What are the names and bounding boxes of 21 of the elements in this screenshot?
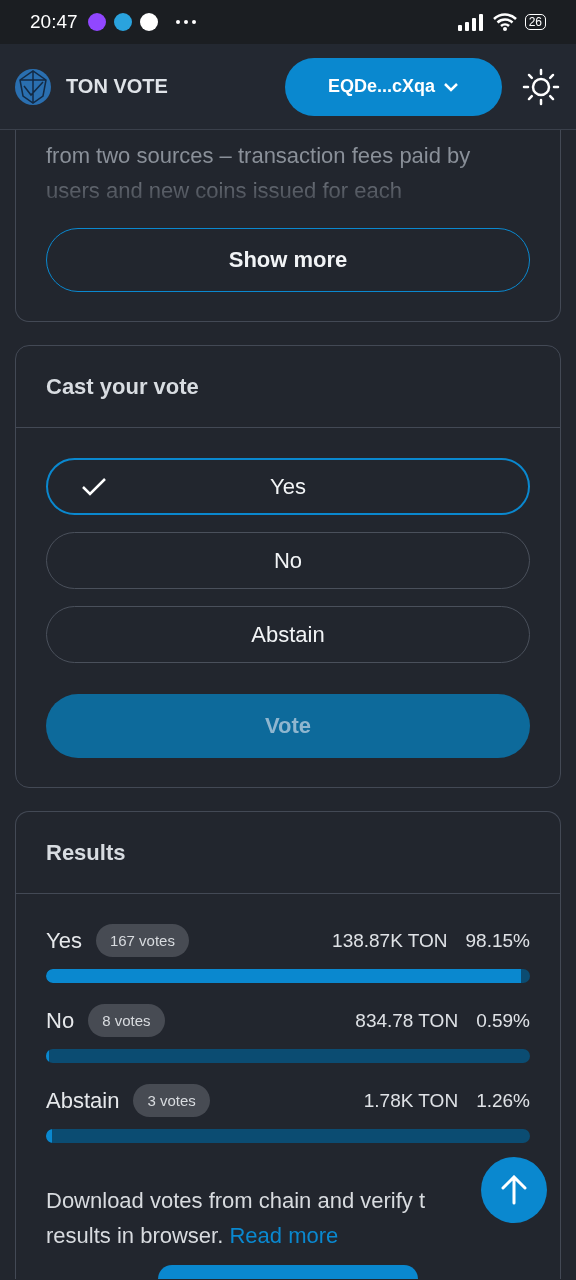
result-label: Yes <box>46 927 82 954</box>
ton-amount: 834.78 TON <box>355 1009 459 1032</box>
card-title: Cast your vote <box>46 373 199 400</box>
status-time: 20:47 <box>30 11 78 33</box>
result-label: Abstain <box>46 1087 120 1114</box>
result-percent: 1.26% <box>476 1089 530 1112</box>
app-title: TON VOTE <box>66 75 169 98</box>
ton-amount: 1.78K TON <box>363 1089 459 1112</box>
result-percent: 98.15% <box>465 929 530 952</box>
votes-count: 3 votes <box>133 1084 210 1117</box>
description-text: from two sources – transaction fees paid by users and new coins issued for each <box>45 142 472 205</box>
battery-level: 26 <box>524 14 546 30</box>
votes-count: 8 votes <box>88 1004 165 1037</box>
vote-option[interactable]: Yes <box>46 458 530 515</box>
wallet-button[interactable]: EQDe...cXqa <box>285 57 502 116</box>
card-title: Results <box>46 839 126 866</box>
result-percent: 0.59% <box>476 1009 530 1032</box>
read-more-link[interactable]: Read more <box>229 1223 339 1248</box>
result-label: No <box>46 1007 75 1034</box>
votes-count: 167 votes <box>95 924 189 957</box>
ton-amount: 138.87K TON <box>332 929 448 952</box>
